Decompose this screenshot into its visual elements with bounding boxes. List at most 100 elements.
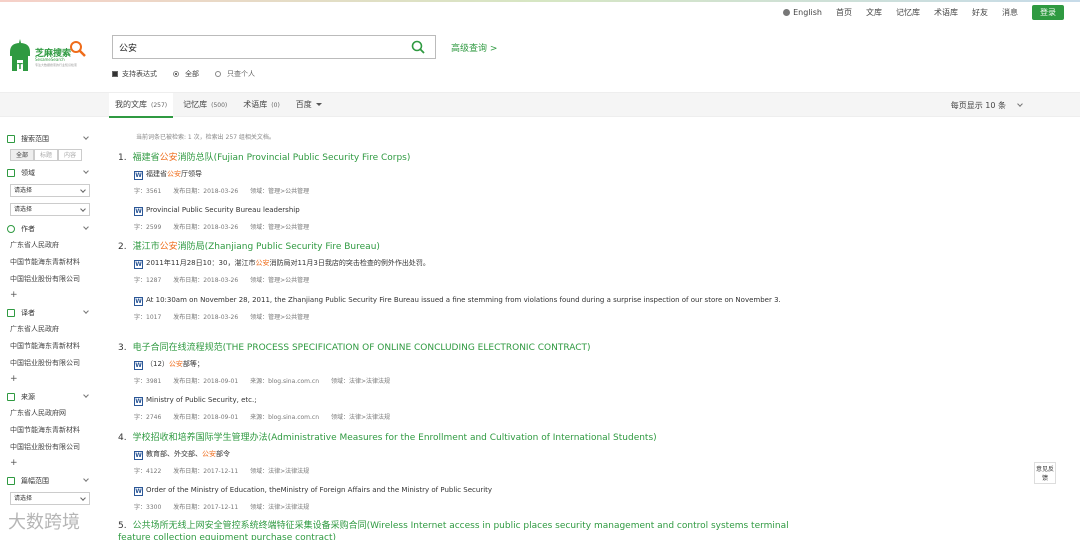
source-more-button[interactable]: + xyxy=(7,456,91,470)
filter-scope-header[interactable]: 搜索范围 xyxy=(7,131,91,147)
caret-down-icon xyxy=(315,103,322,106)
word-doc-icon: W xyxy=(134,451,143,460)
tab-my-library[interactable]: 我的文库 (257) xyxy=(109,93,174,118)
person-icon xyxy=(7,225,15,233)
result-item: 1. 福建省公安消防总队(Fujian Provincial Public Sec… xyxy=(118,150,838,231)
result-snippet-zh: W 福建省公安厅领导 xyxy=(134,170,202,180)
nav-messages[interactable]: 消息 xyxy=(1002,7,1018,18)
radio-personal[interactable]: 只查个人 xyxy=(215,69,255,79)
result-snippet-en: W At 10:30am on November 28, 2011, the Zh… xyxy=(134,296,781,306)
watermark: 大数跨境 xyxy=(8,512,80,533)
radio-icon xyxy=(173,71,179,77)
author-item[interactable]: 中国铝业股份有限公司 xyxy=(7,271,91,288)
search-summary: 当前词条已被检索: 1 次，检索出 257 组相关文档。 xyxy=(136,134,275,141)
regex-checkbox[interactable]: 支持表达式 xyxy=(112,69,157,79)
result-meta: 字：1017 发布日期：2018-03-26 领域：管理>公共管理 xyxy=(134,314,310,321)
top-nav: English 首页 文库 记忆库 术语库 好友 消息 登录 xyxy=(783,4,1064,20)
nav-library[interactable]: 文库 xyxy=(866,7,882,18)
translator-item[interactable]: 中国节能海东青新材料 xyxy=(7,338,91,355)
filter-domain-header[interactable]: 领域 xyxy=(7,165,91,181)
domain-icon xyxy=(7,169,15,177)
word-doc-icon: W xyxy=(134,361,143,370)
result-title[interactable]: 2. 湛江市公安消防局(Zhanjiang Public Security Fir… xyxy=(118,239,838,252)
radio-icon xyxy=(215,71,221,77)
chevron-down-icon xyxy=(83,134,89,140)
result-meta: 字：3981 发布日期：2018-09-01 来源：blog.sina.com.cn… xyxy=(134,378,391,385)
domain-select-1[interactable]: 请选择 xyxy=(10,184,90,197)
author-item[interactable]: 中国节能海东青新材料 xyxy=(7,254,91,271)
result-meta: 字：3300 发布日期：2017-12-11 领域：法律>法律法规 xyxy=(134,504,310,511)
ruler-icon xyxy=(7,477,15,485)
chevron-down-icon xyxy=(83,308,89,314)
result-title[interactable]: 1. 福建省公安消防总队(Fujian Provincial Public Sec… xyxy=(118,150,838,163)
result-title[interactable]: 5. 公共场所无线上网安全管控系统终端特征采集设备采购合同(Wireless In… xyxy=(118,520,818,540)
logo-tagline: 专注大数据搜索的行业知识检索 xyxy=(35,63,78,67)
translator-item[interactable]: 广东省人民政府 xyxy=(7,321,91,338)
length-select[interactable]: 请选择 xyxy=(10,492,90,505)
tab-termbase[interactable]: 术语库 (0) xyxy=(237,93,286,118)
result-item: 5. 公共场所无线上网安全管控系统终端特征采集设备采购合同(Wireless In… xyxy=(118,520,838,540)
filter-author-header[interactable]: 作者 xyxy=(7,221,91,237)
search-box xyxy=(112,35,436,59)
logo-subtext: SesameSearch xyxy=(35,57,65,62)
filter-source-header[interactable]: 来源 xyxy=(7,389,91,405)
tab-bar: 我的文库 (257) 记忆库 (500) 术语库 (0) 百度 每页显示 10 条 xyxy=(0,92,1080,118)
source-item[interactable]: 中国铝业股份有限公司 xyxy=(7,439,91,456)
domain-select-2[interactable]: 请选择 xyxy=(10,203,90,216)
feedback-button[interactable]: 意见反馈 xyxy=(1034,462,1056,484)
advanced-search-link[interactable]: 高级查询 > xyxy=(451,41,497,54)
login-button[interactable]: 登录 xyxy=(1032,4,1064,20)
tab-baidu[interactable]: 百度 xyxy=(290,93,328,118)
translator-more-button[interactable]: + xyxy=(7,372,91,386)
nav-memory[interactable]: 记忆库 xyxy=(896,7,920,18)
scope-icon xyxy=(7,135,15,143)
word-doc-icon: W xyxy=(134,207,143,216)
language-switch[interactable]: English xyxy=(783,8,822,17)
word-doc-icon: W xyxy=(134,397,143,406)
result-meta: 字：1287 发布日期：2018-03-26 领域：管理>公共管理 xyxy=(134,277,310,284)
translator-item[interactable]: 中国铝业股份有限公司 xyxy=(7,355,91,372)
word-doc-icon: W xyxy=(134,297,143,306)
chevron-down-icon xyxy=(83,392,89,398)
chevron-down-icon xyxy=(83,476,89,482)
scope-content[interactable]: 内容 xyxy=(58,149,82,161)
result-snippet-zh: W 2011年11月28日10：30，湛江市公安消防局对11月3日我店的突击检查的… xyxy=(134,259,430,269)
chevron-down-icon xyxy=(83,168,89,174)
tower-logo-icon: T xyxy=(10,39,30,71)
source-item[interactable]: 中国节能海东青新材料 xyxy=(7,422,91,439)
logo[interactable]: T 芝麻搜索 SesameSearch 专注大数据搜索的行业知识检索 xyxy=(7,38,89,78)
top-accent-line xyxy=(0,0,1080,2)
search-icon[interactable] xyxy=(411,40,425,54)
filter-length-header[interactable]: 篇幅范围 xyxy=(7,473,91,489)
source-item[interactable]: 广东省人民政府网 xyxy=(7,405,91,422)
nav-home[interactable]: 首页 xyxy=(836,7,852,18)
result-meta: 字：3561 发布日期：2018-03-26 领域：管理>公共管理 xyxy=(134,188,310,195)
scope-title[interactable]: 标题 xyxy=(34,149,58,161)
result-snippet-zh: W 教育部、外交部、公安部令 xyxy=(134,450,230,460)
word-doc-icon: W xyxy=(134,487,143,496)
search-options: 支持表达式 全部 只查个人 xyxy=(112,69,255,79)
flag-icon xyxy=(7,309,15,317)
svg-text:T: T xyxy=(17,62,23,71)
radio-all[interactable]: 全部 xyxy=(173,69,199,79)
word-doc-icon: W xyxy=(134,171,143,180)
tab-memory[interactable]: 记忆库 (500) xyxy=(177,93,233,118)
scope-segmented: 全部 标题 内容 xyxy=(10,149,91,161)
per-page-select[interactable]: 每页显示 10 条 xyxy=(951,100,1023,111)
magnifier-logo-icon xyxy=(70,41,86,57)
chevron-down-icon xyxy=(83,224,89,230)
result-title[interactable]: 4. 学校招收和培养国际学生管理办法(Administrative Measure… xyxy=(118,430,838,443)
search-input[interactable] xyxy=(119,40,399,54)
author-item[interactable]: 广东省人民政府 xyxy=(7,237,91,254)
nav-termbase[interactable]: 术语库 xyxy=(934,7,958,18)
building-icon xyxy=(7,393,15,401)
author-more-button[interactable]: + xyxy=(7,288,91,302)
result-title[interactable]: 3. 电子合同在线流程规范(THE PROCESS SPECIFICATION O… xyxy=(118,340,838,353)
scope-all[interactable]: 全部 xyxy=(10,149,34,161)
header: T 芝麻搜索 SesameSearch 专注大数据搜索的行业知识检索 高级查询 … xyxy=(0,22,1080,92)
result-meta: 字：2746 发布日期：2018-09-01 来源：blog.sina.com.cn… xyxy=(134,414,391,421)
nav-friends[interactable]: 好友 xyxy=(972,7,988,18)
result-snippet-zh: W （12）公安部等； xyxy=(134,360,204,370)
filter-translator-header[interactable]: 译者 xyxy=(7,305,91,321)
result-snippet-en: W Provincial Public Security Bureau leade… xyxy=(134,206,300,216)
